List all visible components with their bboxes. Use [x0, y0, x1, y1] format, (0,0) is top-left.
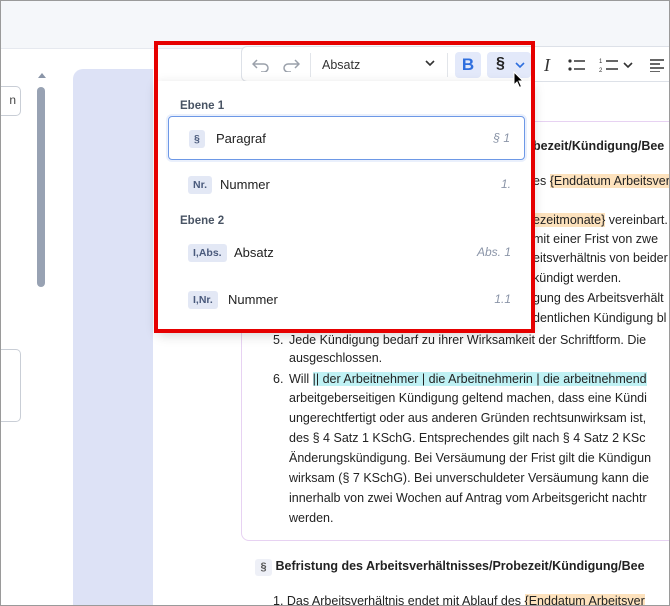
text-fragment-arbeits: eitsverhältnis von beider [533, 251, 668, 265]
list-number-5: 5. [273, 333, 284, 347]
section2-heading: Befristung des Arbeitsverhältnisses/Prob… [275, 559, 645, 573]
number-badge-icon: Nr. [188, 176, 213, 194]
group-title-level1: Ebene 1 [180, 100, 225, 112]
section2-heading-row: § Befristung des Arbeitsverhältnisses/Pr… [255, 558, 645, 576]
menu-item-nummer-level2[interactable]: I,Nr. Nummer 1.1 [168, 278, 525, 322]
scroll-up-icon[interactable] [38, 73, 46, 78]
placeholder-line: es {Enddatum Arbeitsvert [533, 173, 669, 189]
left-input-text: n [9, 93, 16, 107]
numbered-list-button[interactable]: 12 [596, 52, 636, 78]
menu-item-format: 1.1 [494, 292, 511, 306]
editor-margin [73, 69, 153, 605]
item6-line: werden. [289, 511, 334, 525]
text-fragment-kuendigt: kündigt werden. [533, 271, 622, 285]
placeholder-end-date[interactable]: {Enddatum Arbeitsvert [549, 174, 669, 188]
absatz-badge-icon: I,Abs. [188, 244, 227, 262]
item6-line1: Will || der Arbeitnehmer | die Arbeitneh… [289, 371, 647, 387]
chevron-down-icon [425, 60, 435, 67]
menu-item-paragraf[interactable]: § Paragraf § 1 [168, 116, 525, 160]
menu-item-nummer-level1[interactable]: Nr. Nummer 1. [168, 163, 525, 207]
menu-item-label: Nummer [228, 292, 278, 307]
choice-placeholder[interactable]: || der Arbeitnehmer | die Arbeitnehmerin… [312, 372, 647, 386]
text-vereinbart: vereinbart. [605, 213, 668, 227]
paragraph-badge-icon: § [189, 130, 205, 148]
chevron-down-icon [515, 62, 525, 69]
chevron-down-icon [623, 62, 633, 69]
paragraph-icon: § [496, 55, 505, 72]
item6-prefix: Will [289, 372, 313, 386]
text-fragment-dentlichen: dentlichen Kündigung bl [533, 311, 667, 325]
group-title-level2: Ebene 2 [180, 215, 225, 227]
numbered-list-icon: 12 [599, 59, 618, 73]
menu-item-format: 1. [500, 177, 511, 191]
toolbar-divider [310, 53, 311, 77]
placeholder-end-date-2[interactable]: {Enddatum Arbeitsver [524, 594, 645, 605]
app-window: n bezeit/Kündigung/Bee es {Enddatum Arbe… [0, 0, 670, 606]
menu-item-format: Abs. 1 [476, 245, 511, 259]
editor-toolbar: Absatz B § I 12 [241, 46, 669, 82]
item6-line: wirksam (§ 7 KSchG). Bei unverschuldeter… [289, 471, 649, 485]
section2-item1: 1. Das Arbeitsverhältnis endet mit Ablau… [273, 593, 645, 606]
menu-item-label: Paragraf [216, 131, 266, 146]
mouse-cursor-icon [513, 71, 525, 89]
menu-item-absatz[interactable]: I,Abs. Absatz Abs. 1 [168, 231, 525, 275]
italic-button[interactable]: I [537, 52, 557, 78]
redo-icon [283, 59, 300, 72]
sub-number-badge-icon: I,Nr. [188, 291, 218, 309]
align-icon [650, 59, 664, 72]
scrollbar-thumb[interactable] [37, 87, 45, 287]
item6-line: Änderungskündigung. Bei Versäumung der F… [289, 451, 652, 465]
toolbar-divider [447, 53, 448, 77]
item6-line: innerhalb von zwei Wochen auf Antrag vom… [289, 491, 647, 505]
left-panel [1, 66, 59, 605]
left-input-field[interactable]: n [1, 86, 21, 116]
section2-item1-text: 1. Das Arbeitsverhältnis endet mit Ablau… [273, 594, 522, 606]
menu-item-label: Nummer [220, 177, 270, 192]
probation-line: ezeitmonate} vereinbart. [533, 212, 668, 228]
block-format-select[interactable]: Absatz [316, 52, 441, 78]
item5-line1: Jede Kündigung bedarf zu ihrer Wirksamke… [289, 333, 647, 347]
align-button[interactable] [646, 52, 668, 78]
list-number-6: 6. [273, 372, 284, 386]
section-heading-partial: bezeit/Kündigung/Bee [533, 139, 665, 153]
undo-button[interactable] [250, 52, 272, 78]
bullet-list-icon [568, 59, 585, 71]
item5-line2: ausgeschlossen. [289, 351, 383, 365]
italic-icon: I [544, 54, 550, 75]
redo-button[interactable] [280, 52, 302, 78]
item6-line: des § 4 Satz 1 KSchG. Entsprechendes gil… [289, 431, 646, 445]
block-format-value: Absatz [322, 58, 361, 72]
paragraph-numbering-dropdown: Ebene 1 § Paragraf § 1 Nr. Nummer 1. Ebe… [157, 81, 533, 331]
svg-text:2: 2 [599, 68, 603, 73]
svg-text:1: 1 [599, 59, 603, 65]
menu-item-label: Absatz [234, 245, 274, 260]
text-fragment-gung: gung des Arbeitsverhält [533, 291, 664, 305]
menu-item-format: § 1 [493, 131, 510, 145]
bold-button[interactable]: B [455, 52, 481, 78]
left-textarea[interactable] [1, 349, 21, 422]
section-paragraph-icon: § [255, 559, 272, 576]
bullet-list-button[interactable] [565, 52, 589, 78]
undo-icon [252, 59, 269, 72]
placeholder-probation[interactable]: ezeitmonate} [533, 213, 606, 227]
item6-line: arbeitgeberseitigen Kündigung geltend ma… [289, 391, 647, 405]
top-bar [1, 1, 669, 49]
text-fragment-es: es [533, 174, 550, 188]
text-fragment-frist: mit einer Frist von zwe [533, 232, 659, 246]
item6-line: ungerechtfertigt oder aus anderen Gründe… [289, 411, 647, 425]
